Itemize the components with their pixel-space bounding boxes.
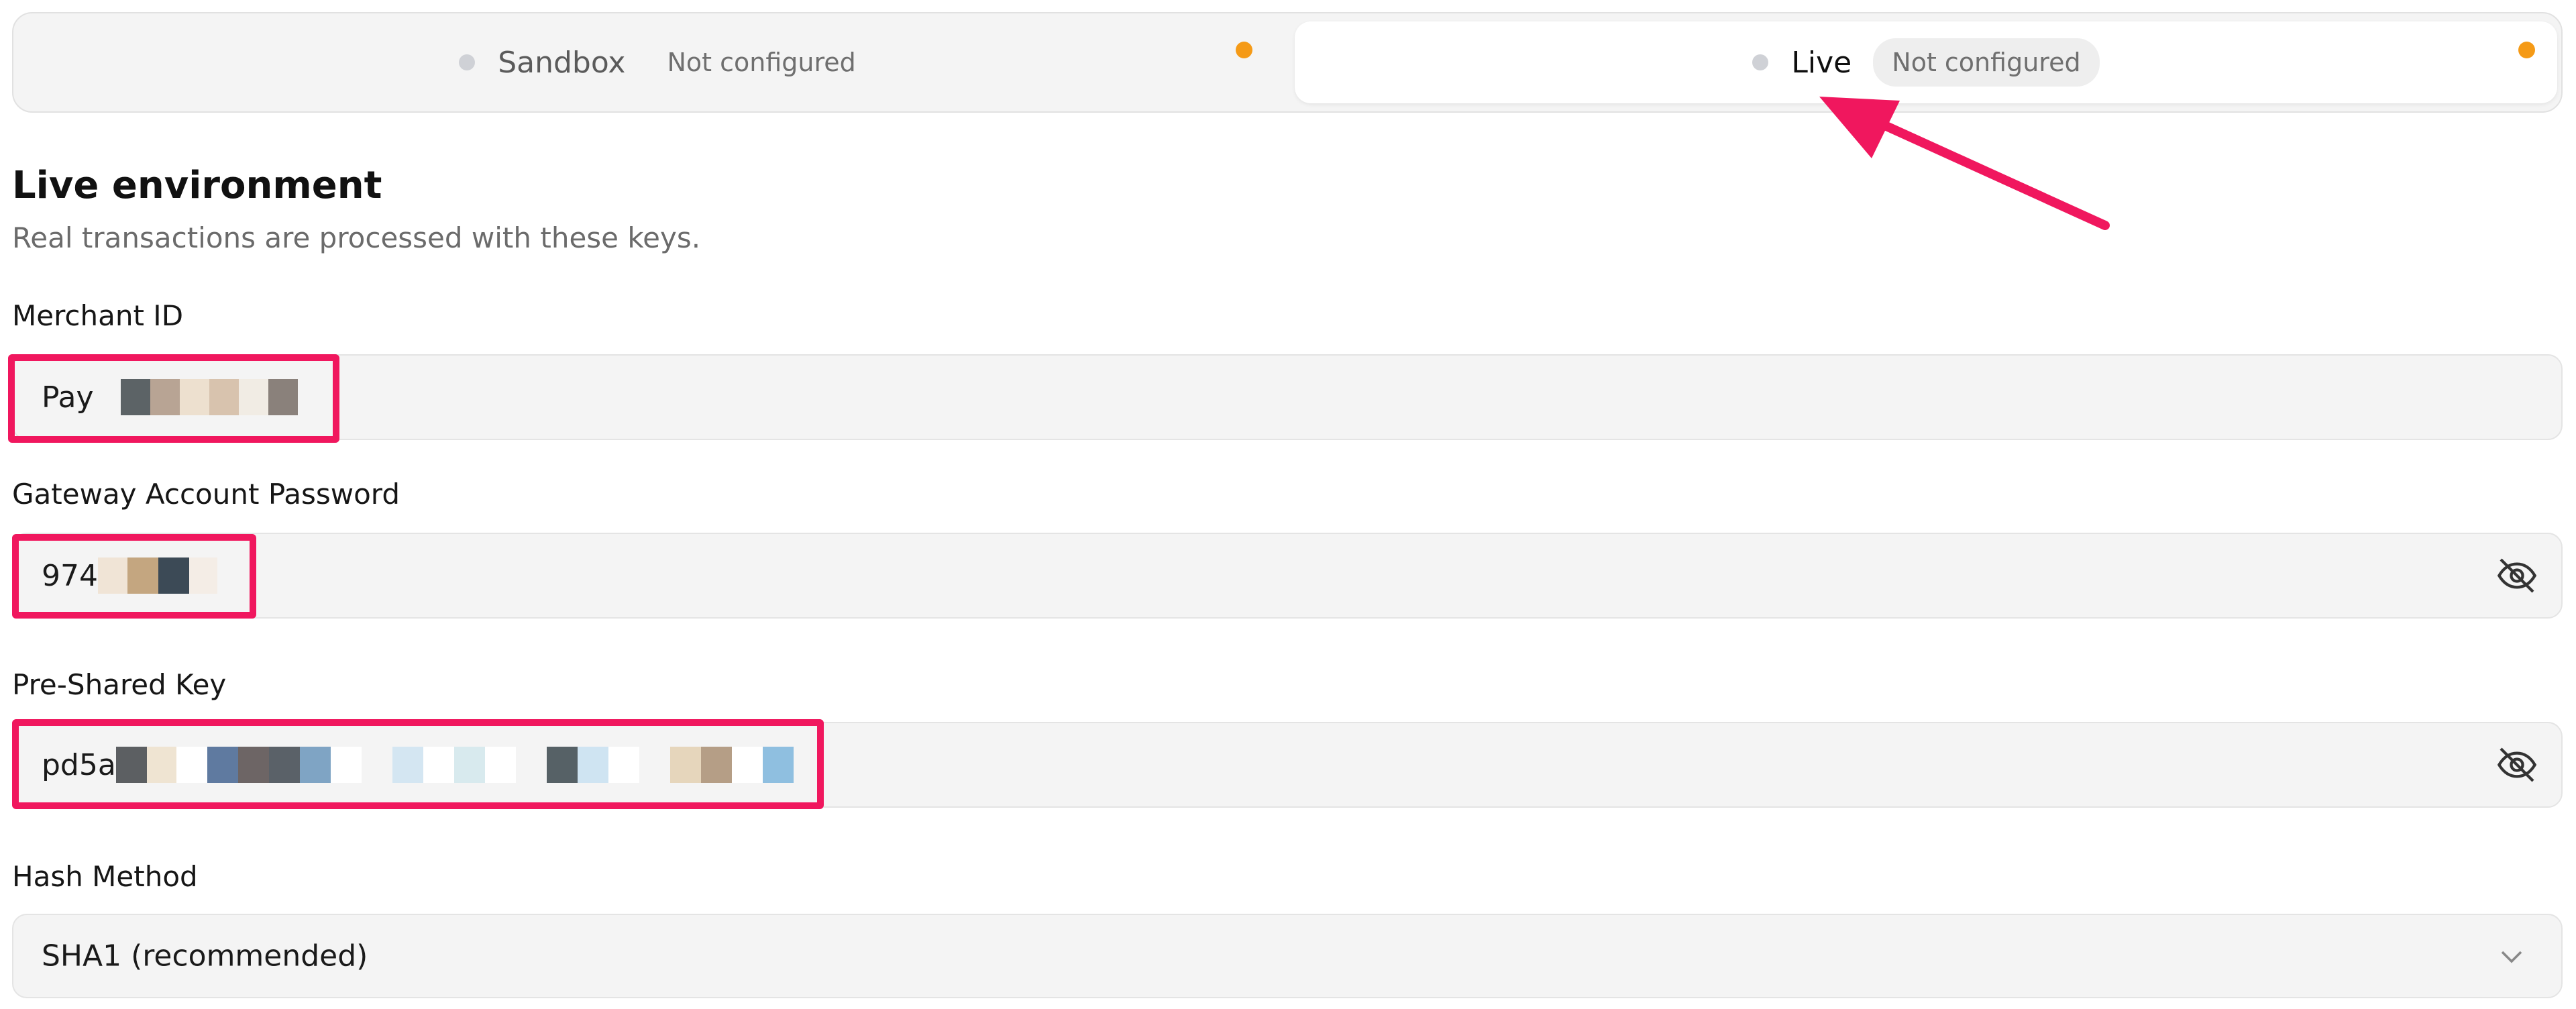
environment-switcher: Sandbox Not configured Live Not configur… <box>12 12 2563 113</box>
tab-live[interactable]: Live Not configured <box>1295 21 2557 103</box>
merchant-id-input[interactable]: Pay <box>12 354 2563 440</box>
annotation-highlight-gateway-password <box>12 534 256 619</box>
annotation-highlight-pre-shared-key <box>12 719 824 809</box>
chevron-down-icon <box>2501 951 2522 963</box>
hash-method-select[interactable]: SHA1 (recommended) <box>12 914 2563 998</box>
status-dot-icon <box>1752 54 1769 70</box>
warning-dot-icon <box>1236 42 1252 58</box>
eye-off-icon[interactable] <box>2496 743 2538 786</box>
eye-off-icon[interactable] <box>2496 554 2538 597</box>
tab-sandbox-label: Sandbox <box>498 45 626 80</box>
gateway-password-input[interactable]: 974 <box>12 533 2563 619</box>
section-subtitle: Real transactions are processed with the… <box>12 221 701 254</box>
gateway-password-label: Gateway Account Password <box>12 478 400 511</box>
tab-live-status-badge: Not configured <box>1873 38 2100 87</box>
tab-sandbox-status: Not configured <box>667 48 856 77</box>
tab-live-label: Live <box>1791 45 1852 80</box>
tab-sandbox[interactable]: Sandbox Not configured <box>20 21 1295 103</box>
status-dot-icon <box>459 54 476 70</box>
hash-method-value: SHA1 (recommended) <box>42 939 368 973</box>
hash-method-label: Hash Method <box>12 860 198 893</box>
warning-dot-icon <box>2518 42 2535 58</box>
merchant-id-label: Merchant ID <box>12 299 184 332</box>
pre-shared-key-label: Pre-Shared Key <box>12 668 227 701</box>
annotation-highlight-merchant-id <box>8 354 339 443</box>
section-title: Live environment <box>12 164 382 207</box>
